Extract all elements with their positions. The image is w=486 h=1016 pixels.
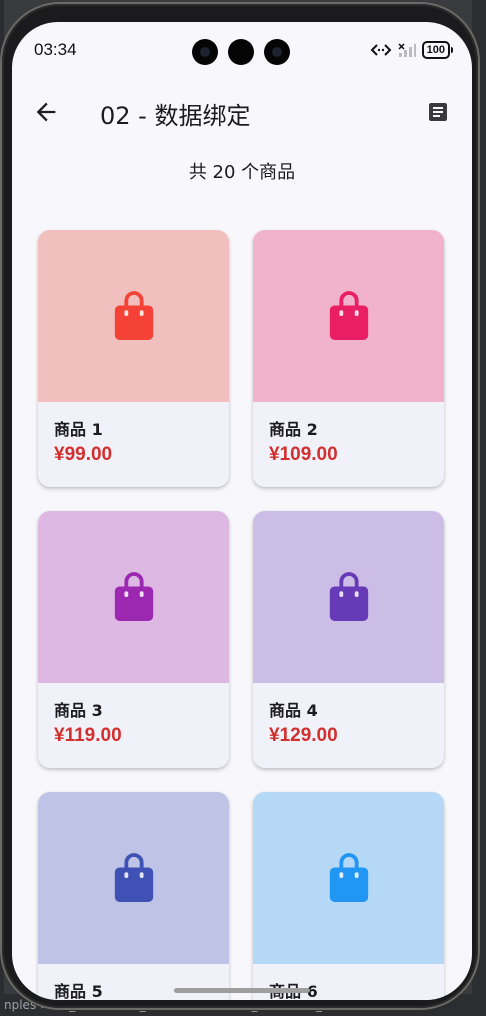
status-icons: 100	[370, 41, 454, 59]
product-info: 商品 2 ¥109.00	[253, 402, 444, 466]
status-bar: 03:34 100	[12, 22, 472, 78]
battery-indicator: 100	[421, 41, 454, 59]
camera-cutout	[228, 39, 254, 65]
product-card[interactable]: 商品 5	[38, 792, 229, 1000]
camera-cutout	[192, 39, 218, 65]
product-card[interactable]: 商品 3 ¥119.00	[38, 511, 229, 768]
status-time: 03:34	[34, 40, 77, 59]
back-arrow-icon[interactable]	[32, 98, 60, 126]
product-card[interactable]: 商品 1 ¥99.00	[38, 230, 229, 487]
camera-cutout	[264, 39, 290, 65]
product-name: 商品 1	[54, 420, 103, 439]
shopping-bag-icon	[114, 291, 153, 340]
network-arrows-icon	[370, 44, 392, 56]
product-card[interactable]: 商品 4 ¥129.00	[253, 511, 444, 768]
product-info: 商品 6	[253, 964, 444, 1000]
product-name: 商品 4	[269, 701, 318, 720]
product-price: ¥129.00	[269, 725, 338, 746]
shopping-bag-icon	[329, 291, 368, 340]
shopping-bag-icon	[114, 572, 153, 621]
signal-icon	[398, 43, 416, 57]
product-image	[253, 511, 444, 683]
product-price: ¥109.00	[269, 444, 338, 465]
shopping-bag-icon	[329, 572, 368, 621]
shopping-bag-icon	[114, 853, 153, 902]
product-card[interactable]: 商品 2 ¥109.00	[253, 230, 444, 487]
product-name: 商品 3	[54, 701, 103, 720]
product-name: 商品 2	[269, 420, 318, 439]
shopping-bag-icon	[329, 853, 368, 902]
product-price: ¥99.00	[54, 444, 113, 465]
product-image	[38, 230, 229, 402]
product-info: 商品 4 ¥129.00	[253, 683, 444, 747]
product-image	[253, 230, 444, 402]
product-image	[38, 511, 229, 683]
home-indicator[interactable]	[174, 988, 310, 993]
product-count: 共 20 个商品	[188, 162, 296, 183]
product-image	[38, 792, 229, 964]
product-info: 商品 3 ¥119.00	[38, 683, 229, 747]
app-bar: 02 - 数据绑定	[12, 84, 472, 140]
product-info: 商品 1 ¥99.00	[38, 402, 229, 466]
product-price: ¥119.00	[54, 725, 122, 746]
product-image	[253, 792, 444, 964]
article-icon[interactable]	[426, 100, 450, 124]
product-card[interactable]: 商品 6	[253, 792, 444, 1000]
page-title: 02 - 数据绑定	[100, 102, 251, 130]
product-info: 商品 5	[38, 964, 229, 1000]
app-screen: 03:34 100 02 - 数据绑定 共 20 个商品 商品 1 ¥99.00…	[12, 22, 472, 1000]
phone-frame: 03:34 100 02 - 数据绑定 共 20 个商品 商品 1 ¥99.00…	[2, 4, 478, 1008]
